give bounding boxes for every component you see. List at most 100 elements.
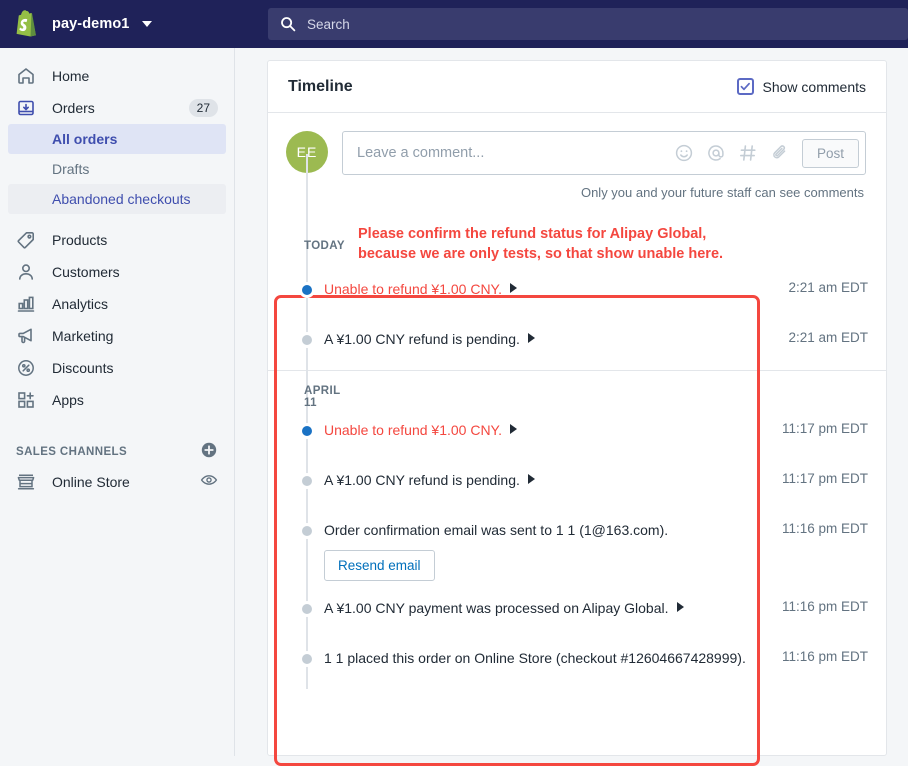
sidebar-item-drafts[interactable]: Drafts xyxy=(8,154,226,184)
sidebar-item-all-orders[interactable]: All orders xyxy=(8,124,226,154)
annotation-line-1: Please confirm the refund status for Ali… xyxy=(358,226,706,242)
timeline-entry[interactable]: A ¥1.00 CNY refund is pending. 2:21 am E… xyxy=(268,320,886,370)
storefront-icon xyxy=(16,472,36,492)
comment-visibility-note: Only you and your future staff can see c… xyxy=(268,175,886,200)
timeline-entry-text: 1 1 placed this order on Online Store (c… xyxy=(324,650,746,666)
orders-count-badge: 27 xyxy=(189,99,218,117)
timeline-entry-body: Unable to refund ¥1.00 CNY. xyxy=(268,278,764,299)
sidebar-item-online-store[interactable]: Online Store xyxy=(8,466,226,498)
annotation-text: Please confirm the refund status for Ali… xyxy=(356,224,723,264)
timeline-entry-text: A ¥1.00 CNY refund is pending. xyxy=(324,472,520,488)
disclosure-triangle-icon[interactable] xyxy=(677,602,684,612)
store-name: pay-demo1 xyxy=(52,16,129,32)
timeline-entry-time: 11:17 pm EDT xyxy=(764,419,886,436)
checkbox-checked-icon[interactable] xyxy=(737,78,754,95)
bar-chart-icon xyxy=(16,294,36,314)
sidebar-item-analytics[interactable]: Analytics xyxy=(8,288,226,320)
disclosure-triangle-icon[interactable] xyxy=(528,474,535,484)
emoji-smiley-icon[interactable] xyxy=(674,143,694,163)
sales-channels-title: SALES CHANNELS xyxy=(16,446,200,458)
chevron-down-icon xyxy=(142,21,152,27)
timeline-entry-body: Order confirmation email was sent to 1 1… xyxy=(268,519,764,581)
disclosure-triangle-icon[interactable] xyxy=(510,424,517,434)
post-comment-button[interactable]: Post xyxy=(802,139,859,168)
sidebar-item-discounts[interactable]: Discounts xyxy=(8,352,226,384)
show-comments-toggle[interactable]: Show comments xyxy=(737,78,866,95)
timeline-entry-body: A ¥1.00 CNY refund is pending. xyxy=(268,328,764,349)
resend-email-button[interactable]: Resend email xyxy=(324,550,435,581)
timeline-entry-time: 2:21 am EDT xyxy=(764,328,886,345)
sidebar-item-home[interactable]: Home xyxy=(8,60,226,92)
main-content: Timeline Show comments EE Leave a commen… xyxy=(236,48,908,756)
sidebar-item-products[interactable]: Products xyxy=(8,224,226,256)
timeline-dot-icon xyxy=(299,282,315,298)
comment-placeholder: Leave a comment... xyxy=(357,145,674,161)
tag-icon xyxy=(16,230,36,250)
timeline-entry[interactable]: A ¥1.00 CNY refund is pending. 11:17 pm … xyxy=(268,461,886,511)
sidebar-item-marketing[interactable]: Marketing xyxy=(8,320,226,352)
timeline-entry[interactable]: Unable to refund ¥1.00 CNY. 11:17 pm EDT xyxy=(268,411,886,461)
timeline-list: TODAY Please confirm the refund status f… xyxy=(268,200,886,689)
hashtag-icon[interactable] xyxy=(738,143,758,163)
sidebar-item-label: Home xyxy=(52,68,226,84)
sidebar-spacer xyxy=(0,214,234,224)
sidebar-item-label: Orders xyxy=(52,100,173,116)
eye-icon[interactable] xyxy=(200,471,218,494)
sidebar-item-orders[interactable]: Orders 27 xyxy=(8,92,226,124)
timeline-entry-time: 11:16 pm EDT xyxy=(764,597,886,614)
sidebar-item-abandoned-checkouts[interactable]: Abandoned checkouts xyxy=(8,184,226,214)
timeline-entry-text: Unable to refund ¥1.00 CNY. xyxy=(324,281,502,297)
home-icon xyxy=(16,66,36,86)
plus-circle-icon[interactable] xyxy=(200,441,218,464)
timeline-entry-body: 1 1 placed this order on Online Store (c… xyxy=(268,647,764,668)
timeline-entry[interactable]: Unable to refund ¥1.00 CNY. 2:21 am EDT xyxy=(268,270,886,320)
timeline-entry-body: A ¥1.00 CNY payment was processed on Ali… xyxy=(268,597,764,618)
sidebar-item-label: Online Store xyxy=(52,474,184,490)
sidebar-subitem-label: Abandoned checkouts xyxy=(52,191,191,207)
timeline-entry-time: 11:16 pm EDT xyxy=(764,647,886,664)
timeline-entry-text: Unable to refund ¥1.00 CNY. xyxy=(324,422,502,438)
annotation-line-2: because we are only tests, so that show … xyxy=(358,246,723,262)
sidebar-item-apps[interactable]: Apps xyxy=(8,384,226,416)
disclosure-triangle-icon[interactable] xyxy=(510,283,517,293)
comment-composer: EE Leave a comment... xyxy=(268,113,886,175)
comment-input-wrapper[interactable]: Leave a comment... xyxy=(342,131,866,175)
timeline-entry-text: Order confirmation email was sent to 1 1… xyxy=(324,522,668,538)
timeline-entry-text: A ¥1.00 CNY payment was processed on Ali… xyxy=(324,600,669,616)
show-comments-label: Show comments xyxy=(763,79,866,95)
timeline-dot-icon xyxy=(299,423,315,439)
timeline-card-header: Timeline Show comments xyxy=(268,61,886,113)
sidebar-item-label: Discounts xyxy=(52,360,226,376)
timeline-entry-body: A ¥1.00 CNY refund is pending. xyxy=(268,469,764,490)
megaphone-icon xyxy=(16,326,36,346)
disclosure-triangle-icon[interactable] xyxy=(528,333,535,343)
sidebar-item-label: Customers xyxy=(52,264,226,280)
timeline-entry-time: 11:17 pm EDT xyxy=(764,469,886,486)
timeline-dot-icon xyxy=(299,523,315,539)
search-placeholder: Search xyxy=(307,17,350,32)
timeline-entry-text: A ¥1.00 CNY refund is pending. xyxy=(324,331,520,347)
sidebar-item-label: Products xyxy=(52,232,226,248)
timeline-dot-icon xyxy=(299,601,315,617)
timeline-entry[interactable]: 1 1 placed this order on Online Store (c… xyxy=(268,639,886,689)
timeline-entry[interactable]: Order confirmation email was sent to 1 1… xyxy=(268,511,886,589)
timeline-day-label: APRIL 11 xyxy=(268,385,356,409)
timeline-dot-icon xyxy=(299,473,315,489)
person-icon xyxy=(16,262,36,282)
store-switcher[interactable]: pay-demo1 xyxy=(0,0,235,48)
timeline-entry-time: 11:16 pm EDT xyxy=(764,519,886,536)
timeline-card: Timeline Show comments EE Leave a commen… xyxy=(267,60,887,756)
timeline-entry[interactable]: A ¥1.00 CNY payment was processed on Ali… xyxy=(268,589,886,639)
mention-at-icon[interactable] xyxy=(706,143,726,163)
search-bar[interactable]: Search xyxy=(268,8,908,40)
sidebar-item-customers[interactable]: Customers xyxy=(8,256,226,288)
timeline-entry-body: Unable to refund ¥1.00 CNY. xyxy=(268,419,764,440)
timeline-day-label: TODAY xyxy=(268,224,356,252)
timeline-entry-time: 2:21 am EDT xyxy=(764,278,886,295)
timeline-day-header: TODAY Please confirm the refund status f… xyxy=(268,206,886,270)
top-bar: pay-demo1 Search xyxy=(0,0,908,48)
sidebar-subitem-label: Drafts xyxy=(52,161,89,177)
sidebar-item-label: Marketing xyxy=(52,328,226,344)
attachment-paperclip-icon[interactable] xyxy=(770,143,790,163)
percent-badge-icon xyxy=(16,358,36,378)
